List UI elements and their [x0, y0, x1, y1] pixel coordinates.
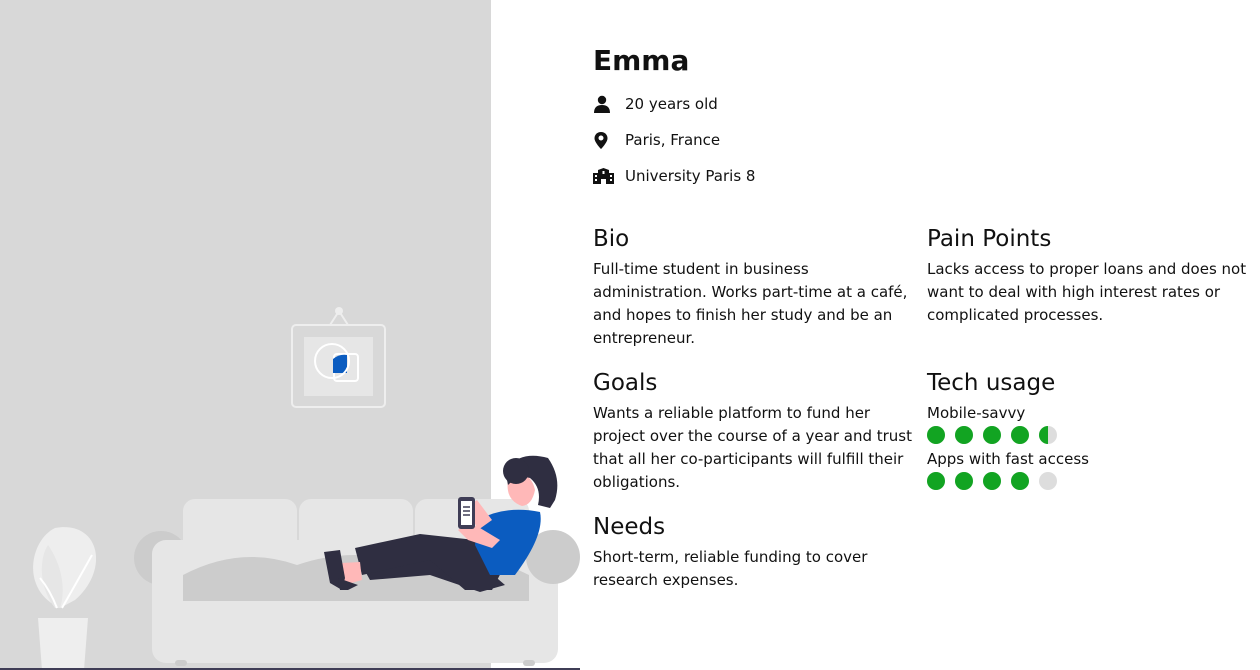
tech-usage-section: Tech usage Mobile-savvy Apps with fast a… — [927, 368, 1259, 490]
rating-dot — [1011, 472, 1029, 490]
age-text: 20 years old — [625, 95, 718, 113]
school-row: University Paris 8 — [593, 164, 755, 188]
goals-section: Goals Wants a reliable platform to fund … — [593, 368, 925, 494]
goals-title: Goals — [593, 370, 658, 396]
pain-points-text: Lacks access to proper loans and does no… — [927, 260, 1247, 324]
location-row: Paris, France — [593, 128, 720, 152]
bio-title: Bio — [593, 226, 630, 252]
persona-content: Emma 20 years old Paris, France Universi… — [593, 0, 1260, 670]
age-row: 20 years old — [593, 92, 718, 116]
needs-title: Needs — [593, 514, 666, 540]
location-pin-icon — [593, 130, 617, 150]
tech-rating-label: Mobile-savvy — [927, 404, 1026, 422]
wall-frame-icon — [291, 307, 386, 408]
pain-points-title: Pain Points — [927, 226, 1052, 252]
tech-usage-title: Tech usage — [927, 370, 1056, 396]
needs-text: Short-term, reliable funding to cover re… — [593, 548, 868, 589]
rating-dot — [983, 472, 1001, 490]
rating-dot — [955, 426, 973, 444]
tech-rating-dots — [927, 472, 1259, 490]
rating-dot — [927, 472, 945, 490]
persona-name: Emma — [593, 44, 690, 77]
rating-dot — [955, 472, 973, 490]
school-text: University Paris 8 — [625, 167, 756, 185]
bio-section: Bio Full-time student in business admini… — [593, 224, 925, 350]
pain-points-section: Pain Points Lacks access to proper loans… — [927, 224, 1259, 327]
rating-dot — [1039, 426, 1057, 444]
couch-reading-illustration — [0, 307, 580, 670]
rating-dot — [927, 426, 945, 444]
goals-text: Wants a reliable platform to fund her pr… — [593, 404, 912, 491]
tech-rating-dots — [927, 426, 1259, 444]
needs-section: Needs Short-term, reliable funding to co… — [593, 512, 925, 592]
rating-dot — [1011, 426, 1029, 444]
location-text: Paris, France — [625, 131, 721, 149]
person-icon — [593, 94, 617, 114]
tech-rating-label: Apps with fast access — [927, 450, 1089, 468]
plant-icon — [33, 527, 97, 670]
bio-text: Full-time student in business administra… — [593, 260, 908, 347]
rating-dot — [983, 426, 1001, 444]
school-building-icon — [593, 166, 617, 186]
rating-dot — [1039, 472, 1057, 490]
